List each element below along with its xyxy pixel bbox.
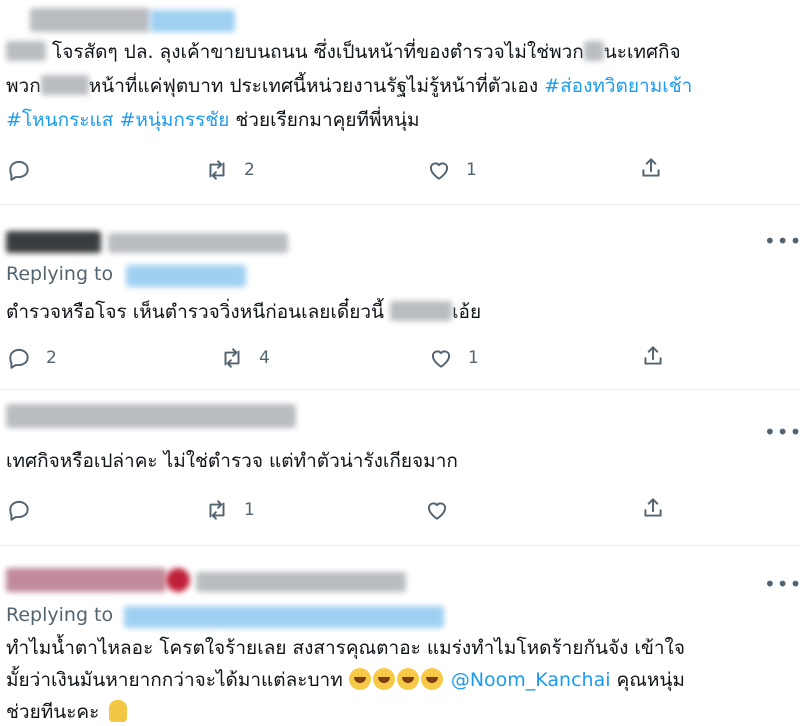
retweet-button[interactable]: 1 xyxy=(204,497,255,523)
blurred-handle xyxy=(108,233,288,253)
like-count: 1 xyxy=(466,160,477,180)
folded-hands-icon xyxy=(109,700,128,722)
like-icon xyxy=(427,502,447,520)
like-button[interactable] xyxy=(424,497,450,523)
more-options-button[interactable]: ••• xyxy=(764,422,800,442)
tweet-4-line-3: ช่วยทีนะคะ xyxy=(6,698,128,726)
tweet-2-line-1: ตำรวจหรือโจร เห็นตำรวจวิ่งหนีก่อนเลยเดี๋… xyxy=(6,301,482,323)
retweet-icon xyxy=(209,500,225,520)
blurred-username xyxy=(30,8,150,32)
blurred-word xyxy=(583,41,604,61)
tweet-2: ••• Replying to ตำรวจหรือโจร เห็นตำรวจวิ… xyxy=(0,205,800,390)
reply-button[interactable] xyxy=(6,157,32,183)
retweet-count: 2 xyxy=(244,160,255,180)
retweet-button[interactable]: 4 xyxy=(219,345,270,371)
share-button[interactable] xyxy=(638,155,664,181)
retweet-icon xyxy=(224,348,240,368)
crying-emoji-icon xyxy=(396,668,419,690)
tweet-1-line-2: พวก หน้าที่แค่ฟุตบาท ประเทศนี้หน่วยงานรัฐ… xyxy=(6,75,693,97)
crying-emoji-icon xyxy=(348,668,371,690)
retweet-count: 1 xyxy=(244,500,255,520)
reply-icon xyxy=(9,500,29,521)
like-button[interactable]: 1 xyxy=(428,345,479,371)
replying-to: Replying to xyxy=(6,604,114,626)
tweet-1-line-3: #โหนกระแส #หนุ่มกรรชัย ช่วยเรียกมาคุยทีพ… xyxy=(6,109,420,131)
tweet-3-line-1: เทศกิจหรือเปล่าคะ ไม่ใช่ตำรวจ แต่ทำตัวน่… xyxy=(6,450,458,472)
share-button[interactable] xyxy=(640,343,666,369)
blurred-handle xyxy=(150,10,235,32)
blurred-handle xyxy=(196,572,406,592)
crying-emoji-icon xyxy=(420,668,443,690)
blurred-word xyxy=(6,41,46,61)
share-icon xyxy=(644,498,662,517)
like-icon xyxy=(429,162,449,180)
blurred-reply-handle[interactable] xyxy=(124,606,444,628)
tweet-4-line-1: ทำไมน้ำตาไหลอะ โครตใจร้ายเลย สงสารคุณตาอ… xyxy=(6,637,685,659)
reply-icon xyxy=(9,348,29,369)
crying-emoji-icon xyxy=(372,668,395,690)
retweet-button[interactable]: 2 xyxy=(204,157,255,183)
hashtag-link[interactable]: #หนุ่มกรรชัย xyxy=(119,109,229,131)
share-button[interactable] xyxy=(640,495,666,521)
tweet-1-line-1: โจรสัดๆ ปล. ลุงเค้าขายบนถนน ซึ่งเป็นหน้า… xyxy=(6,38,681,66)
more-options-button[interactable]: ••• xyxy=(764,574,800,594)
blurred-word xyxy=(390,301,453,321)
tweet-4: ••• Replying to ทำไมน้ำตาไหลอะ โครตใจร้า… xyxy=(0,546,800,726)
blurred-word xyxy=(40,75,89,95)
blurred-username xyxy=(6,231,101,253)
replying-to: Replying to xyxy=(6,263,114,285)
reply-button[interactable]: 2 xyxy=(6,345,57,371)
mention-link[interactable]: @Noom_Kanchai xyxy=(451,669,611,691)
like-count: 1 xyxy=(468,348,479,368)
blurred-username xyxy=(6,404,296,428)
share-icon xyxy=(644,346,662,365)
tweet-1: โจรสัดๆ ปล. ลุงเค้าขายบนถนน ซึ่งเป็นหน้า… xyxy=(0,0,800,200)
more-options-button[interactable]: ••• xyxy=(764,231,800,251)
reply-icon xyxy=(9,160,29,181)
like-icon xyxy=(431,350,451,368)
reply-button[interactable] xyxy=(6,497,32,523)
blurred-username xyxy=(6,568,166,592)
blurred-reply-handle[interactable] xyxy=(126,265,246,287)
tweet-4-line-2: มั้ยว่าเงินมันหายากกว่าจะได้มาแต่ละบาท @… xyxy=(6,668,685,691)
reply-count: 2 xyxy=(46,348,57,368)
share-icon xyxy=(642,158,660,177)
hashtag-link[interactable]: #ส่องทวิตยามเช้า xyxy=(544,75,692,97)
like-button[interactable]: 1 xyxy=(426,157,477,183)
retweet-count: 4 xyxy=(259,348,270,368)
retweet-icon xyxy=(209,160,225,180)
hashtag-link[interactable]: #โหนกระแส xyxy=(6,109,113,131)
cherry-emoji-icon xyxy=(166,568,190,592)
tweet-3: ••• เทศกิจหรือเปล่าคะ ไม่ใช่ตำรวจ แต่ทำต… xyxy=(0,390,800,540)
